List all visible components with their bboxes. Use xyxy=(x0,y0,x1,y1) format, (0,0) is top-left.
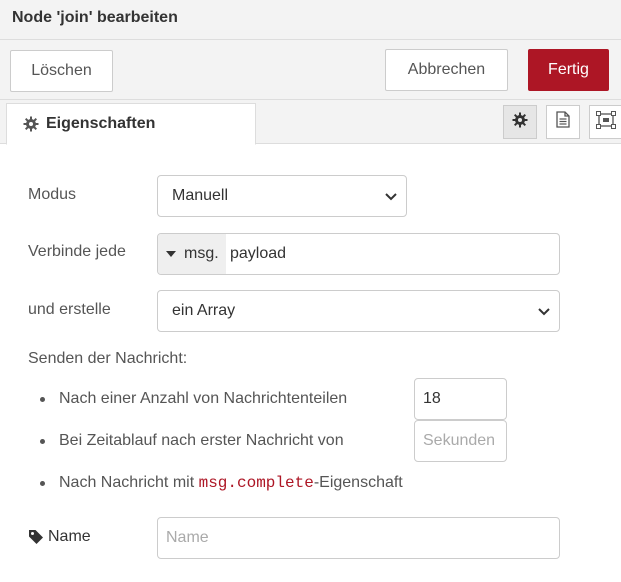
bullet xyxy=(40,396,45,402)
combine-value-field[interactable]: payload xyxy=(226,245,286,263)
combine-label: Verbinde jede xyxy=(28,243,126,260)
tag-icon xyxy=(28,529,44,545)
tabs-row: Eigenschaften xyxy=(0,100,621,145)
combine-type-label: msg. xyxy=(184,245,219,262)
create-select[interactable]: ein Array xyxy=(157,290,560,332)
complete-suffix: -Eigenschaft xyxy=(313,474,403,491)
node-appearance-icon xyxy=(595,110,616,134)
mode-label: Modus xyxy=(28,186,77,203)
list-item-count: Nach einer Anzahl von Nachrichtenteilen xyxy=(40,390,347,408)
chevron-down-icon xyxy=(384,189,398,208)
timeout-label: Bei Zeitablauf nach erster Nachricht von xyxy=(59,432,344,449)
tab-properties[interactable]: Eigenschaften xyxy=(6,103,256,145)
name-input[interactable] xyxy=(157,517,560,559)
complete-code: msg.complete xyxy=(198,474,314,492)
count-label: Nach einer Anzahl von Nachrichtenteilen xyxy=(59,390,348,407)
send-section-label: Senden der Nachricht: xyxy=(28,350,188,367)
create-label: und erstelle xyxy=(28,301,111,318)
description-tab-button[interactable] xyxy=(546,105,580,139)
tray-toolbar: Löschen Abbrechen Fertig xyxy=(0,40,621,100)
bullet xyxy=(40,438,45,444)
list-item-timeout: Bei Zeitablauf nach erster Nachricht von xyxy=(40,432,344,450)
appearance-tab-button[interactable] xyxy=(589,105,621,139)
name-label-text: Name xyxy=(48,528,91,545)
timeout-input[interactable] xyxy=(414,420,507,462)
name-label: Name xyxy=(28,528,91,546)
chevron-down-icon xyxy=(537,304,551,323)
combine-type-select[interactable]: msg. xyxy=(158,234,226,274)
bullet xyxy=(40,480,45,486)
caret-down-icon xyxy=(166,250,176,258)
delete-button[interactable]: Löschen xyxy=(10,50,113,92)
done-button[interactable]: Fertig xyxy=(528,49,609,91)
cancel-button[interactable]: Abbrechen xyxy=(385,49,508,91)
create-select-value: ein Array xyxy=(172,302,236,319)
mode-select-value: Manuell xyxy=(172,187,229,204)
gear-icon xyxy=(512,112,528,133)
gear-icon xyxy=(23,116,39,132)
document-icon xyxy=(556,111,570,133)
tray-header: Node 'join' bearbeiten xyxy=(0,0,621,40)
tray-title: Node 'join' bearbeiten xyxy=(12,9,178,26)
list-item-complete: Nach Nachricht mit msg.complete -Eigensc… xyxy=(40,474,403,492)
tab-properties-label: Eigenschaften xyxy=(46,115,156,132)
settings-tab-button[interactable] xyxy=(503,105,537,139)
combine-typed-input: msg. payload xyxy=(157,233,560,275)
mode-select[interactable]: Manuell xyxy=(157,175,407,217)
complete-prefix: Nach Nachricht mit xyxy=(59,474,199,491)
count-input[interactable] xyxy=(414,378,507,420)
